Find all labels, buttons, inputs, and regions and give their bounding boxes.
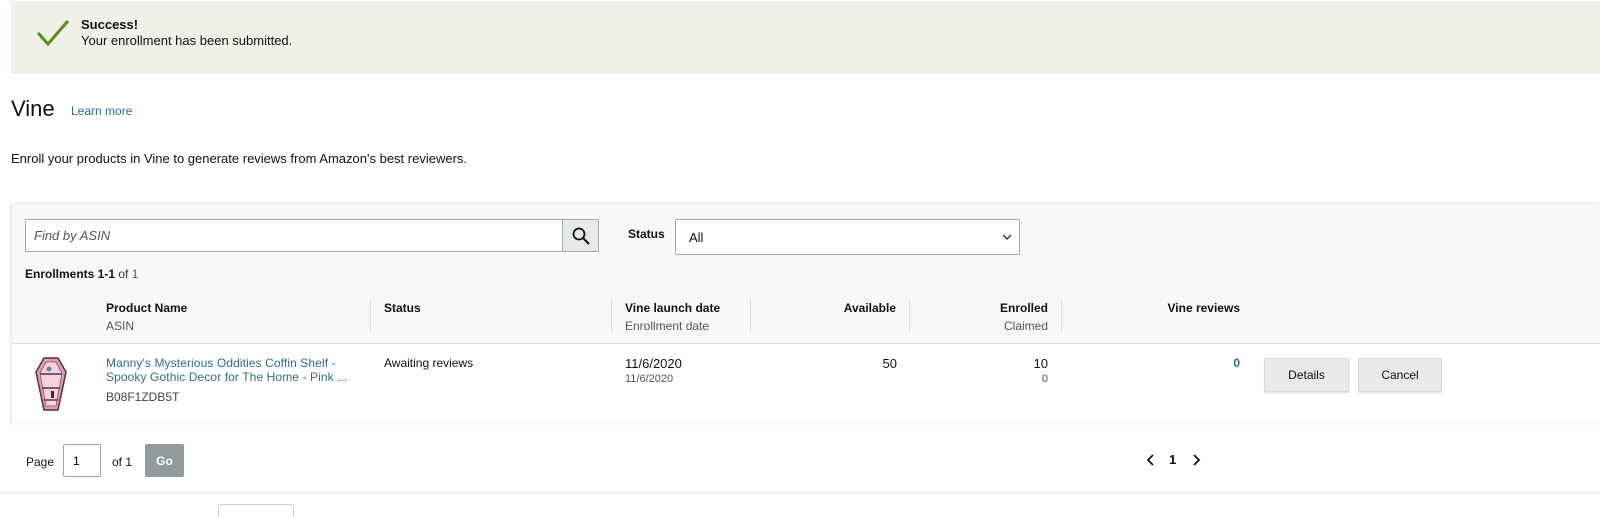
row-vine-reviews-link[interactable]: 0: [1092, 356, 1240, 370]
header-available: Available: [772, 301, 896, 315]
status-filter-label: Status: [628, 227, 665, 241]
header-vine-launch-date-label: Vine launch date: [625, 301, 721, 315]
alert-message: Your enrollment has been submitted.: [81, 33, 293, 48]
column-divider: [1061, 299, 1062, 332]
enrollment-count: Enrollments 1-1 of 1: [25, 267, 138, 281]
product-thumbnail: [35, 357, 67, 411]
column-divider: [750, 299, 751, 332]
page-label: Page: [26, 455, 55, 469]
header-product-name: Product Name ASIN: [106, 301, 187, 333]
row-claimed: 0: [1041, 373, 1048, 385]
intro-text: Enroll your products in Vine to generate…: [11, 151, 468, 166]
status-select-value: All: [689, 230, 704, 245]
footer-control-stub: [218, 504, 294, 517]
chevron-right-icon[interactable]: [1189, 452, 1203, 468]
page-title: Vine: [11, 96, 55, 121]
header-status-label: Status: [384, 301, 421, 315]
header-vine-launch-date: Vine launch date Enrollment date: [625, 301, 720, 333]
header-enrolled: Enrolled Claimed: [922, 301, 1048, 333]
alert-title: Success!: [81, 17, 139, 32]
go-button[interactable]: Go: [145, 444, 184, 477]
row-status: Awaiting reviews: [384, 356, 474, 370]
asin-search-input[interactable]: [25, 219, 564, 252]
header-vine-reviews: Vine reviews: [1092, 301, 1241, 315]
table-row: Manny's Mysterious Oddities Coffin Shelf…: [12, 343, 1600, 423]
cancel-button[interactable]: Cancel: [1358, 358, 1442, 392]
search-icon: [572, 227, 589, 244]
header-vine-reviews-label: Vine reviews: [1167, 301, 1241, 315]
page-of-label: of 1: [112, 455, 133, 469]
page-number-input[interactable]: [63, 444, 101, 477]
success-alert: Success! Your enrollment has been submit…: [11, 1, 1600, 74]
header-product-name-label: Product Name: [106, 301, 188, 315]
learn-more-link[interactable]: Learn more: [71, 104, 132, 118]
check-icon: [36, 19, 70, 47]
footer-divider: [0, 492, 1600, 493]
chevron-left-icon[interactable]: [1144, 452, 1158, 468]
enrollment-count-of: of: [118, 267, 129, 281]
header-enrollment-date-label: Enrollment date: [625, 319, 710, 333]
header-enrolled-label: Enrolled: [999, 301, 1048, 315]
header-available-label: Available: [843, 301, 896, 315]
header-claimed-label: Claimed: [1003, 319, 1048, 333]
details-button[interactable]: Details: [1264, 358, 1349, 392]
row-vine-launch-date: 11/6/2020: [625, 356, 682, 371]
enrollment-count-range: Enrollments 1-1: [25, 267, 116, 281]
row-enrollment-date: 11/6/2020: [625, 373, 674, 385]
header-status: Status: [384, 301, 421, 315]
header-asin-label: ASIN: [106, 319, 135, 333]
enrollment-count-total: 1: [131, 267, 139, 281]
status-select[interactable]: All: [675, 219, 1020, 255]
row-available: 50: [882, 356, 897, 371]
page-number-current[interactable]: 1: [1169, 452, 1176, 467]
chevron-down-icon: [1002, 234, 1012, 240]
product-name-link[interactable]: Manny's Mysterious Oddities Coffin Shelf…: [106, 356, 368, 384]
search-button[interactable]: [562, 219, 599, 252]
enrollments-panel: Status All Enrollments 1-1 of 1 Product …: [11, 203, 1600, 423]
column-divider: [370, 299, 371, 332]
column-divider: [909, 299, 910, 332]
row-enrolled: 10: [1033, 356, 1048, 371]
column-divider: [611, 299, 612, 332]
product-asin: B08F1ZDB5T: [106, 390, 180, 404]
